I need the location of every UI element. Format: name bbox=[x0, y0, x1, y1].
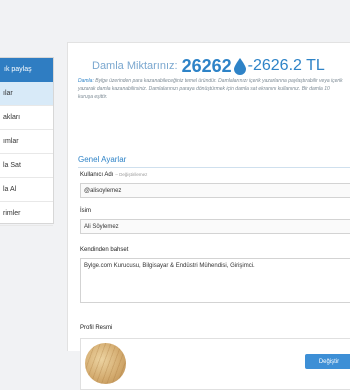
balance-money-value: -2626.2 TL bbox=[247, 57, 325, 74]
drop-info-notice: Damla: Bylge üzerinden para kazanabilece… bbox=[78, 77, 346, 101]
water-drop-icon bbox=[233, 58, 246, 75]
balance-row: Damla Miktarınız: 26262 -2626.2 TL bbox=[92, 52, 350, 80]
name-field[interactable]: Ali Söylemez bbox=[80, 219, 350, 234]
sidebar-item-sell-drops[interactable]: la Sat bbox=[0, 154, 53, 178]
notice-label: Damla: bbox=[78, 78, 94, 84]
balance-label: Damla Miktarınız: bbox=[92, 60, 178, 72]
avatar bbox=[85, 343, 126, 384]
profile-photo-box: Değiştir bbox=[80, 338, 350, 390]
notice-text: Bylge üzerinden para kazanabileceğiniz t… bbox=[78, 78, 343, 100]
bio-label: Kendinden bahset bbox=[80, 247, 129, 253]
profile-photo-label: Profil Resmi bbox=[80, 325, 113, 331]
settings-panel: Damla Miktarınız: 26262 -2626.2 TL Damla… bbox=[67, 42, 350, 390]
section-title: Genel Ayarlar bbox=[78, 155, 127, 164]
sidebar-item-comments[interactable]: ımlar bbox=[0, 130, 53, 154]
balance-value: 26262 bbox=[181, 55, 232, 76]
username-field[interactable]: @alisoylemez bbox=[80, 183, 350, 198]
sidebar-item-reports[interactable]: rimler bbox=[0, 202, 53, 226]
username-label-text: Kullanıcı Adı bbox=[80, 172, 114, 178]
name-label: İsim bbox=[80, 208, 91, 214]
change-photo-button[interactable]: Değiştir bbox=[305, 354, 350, 369]
section-divider bbox=[78, 167, 350, 168]
sidebar: ık paylaş ılar akları ımlar la Sat la Al… bbox=[0, 57, 54, 226]
sidebar-item-settings[interactable]: ılar bbox=[0, 82, 53, 106]
bio-textarea[interactable]: Bylge.com Kurucusu, Bilgisayar & Endüstr… bbox=[80, 258, 350, 303]
username-label: Kullanıcı Adı – Değiştirilemez bbox=[80, 172, 147, 178]
sidebar-share-button[interactable]: ık paylaş bbox=[0, 58, 53, 82]
sidebar-item-buy-drops[interactable]: la Al bbox=[0, 178, 53, 202]
username-hint: – Değiştirilemez bbox=[115, 172, 148, 177]
sidebar-item-articles[interactable]: akları bbox=[0, 106, 53, 130]
